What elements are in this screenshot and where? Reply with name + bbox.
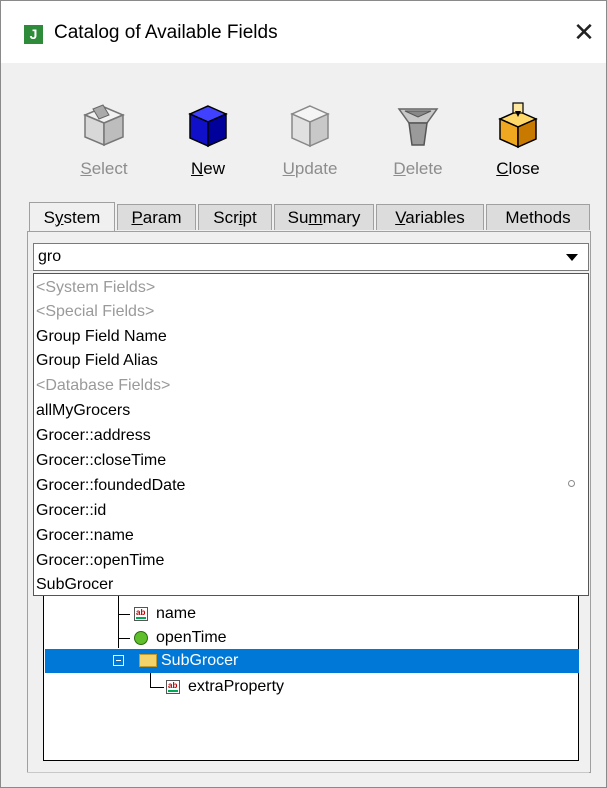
tree-connector [150, 687, 164, 688]
collapse-toggle-icon[interactable] [113, 655, 124, 666]
select-label: Select [80, 159, 128, 178]
field-dropdown-list[interactable]: <System Fields> <Special Fields> Group F… [33, 273, 589, 596]
list-item-system-fields[interactable]: <System Fields> [36, 276, 155, 300]
close-box-icon [498, 102, 538, 149]
list-item[interactable]: Grocer::closeTime [36, 449, 166, 473]
field-search-combo[interactable] [33, 243, 589, 271]
list-item-database-fields[interactable]: <Database Fields> [36, 374, 170, 398]
list-item[interactable]: Group Field Name [36, 325, 167, 349]
new-label: New [190, 159, 225, 178]
divider [27, 772, 589, 773]
update-button[interactable]: Update [270, 101, 350, 191]
list-item[interactable]: Grocer::name [36, 524, 134, 548]
select-cube-icon [83, 104, 125, 147]
tree-item-label: SubGrocer [161, 652, 239, 669]
list-item[interactable]: Group Field Alias [36, 349, 158, 373]
window-title: Catalog of Available Fields [54, 22, 278, 43]
tab-system[interactable]: System [29, 202, 115, 231]
tab-script[interactable]: Script [198, 204, 272, 230]
tree-item-label: name [156, 605, 197, 622]
new-cube-icon [188, 105, 228, 148]
list-item[interactable]: Grocer::id [36, 499, 106, 523]
list-item[interactable]: Grocer::foundedDate [36, 474, 185, 498]
tab-summary[interactable]: Summary [274, 204, 374, 230]
delete-label: Delete [393, 159, 443, 178]
tab-variables[interactable]: Variables [376, 204, 484, 230]
tree-item-subgrocer[interactable]: SubGrocer [45, 649, 579, 673]
list-item[interactable]: Grocer::address [36, 424, 151, 448]
string-field-icon: ab [134, 607, 148, 621]
tree-item-label: openTime [156, 629, 227, 646]
tab-methods[interactable]: Methods [486, 204, 590, 230]
tree-connector [118, 638, 130, 639]
list-item-special-fields[interactable]: <Special Fields> [36, 300, 154, 324]
delete-bin-icon [397, 108, 439, 146]
close-label: Close [496, 159, 540, 178]
time-field-icon [134, 631, 148, 645]
update-label: Update [282, 159, 338, 178]
tab-strip: System Param Script Summary Variables Me… [29, 202, 591, 232]
tab-param[interactable]: Param [117, 204, 196, 230]
new-button[interactable]: New [168, 101, 248, 191]
select-button[interactable]: Select [64, 101, 144, 191]
catalog-window: J Catalog of Available Fields ✕ Select N… [0, 0, 607, 788]
delete-button[interactable]: Delete [378, 101, 458, 191]
folder-icon [139, 654, 157, 667]
dropdown-arrow-icon[interactable] [566, 254, 578, 261]
app-icon: J [24, 25, 43, 44]
tree-connector [150, 673, 151, 687]
tree-connector [118, 614, 130, 615]
tree-item-label: extraProperty [188, 678, 285, 695]
update-cube-icon [290, 105, 330, 148]
close-button[interactable]: Close [478, 101, 558, 191]
title-bar: J Catalog of Available Fields ✕ [1, 1, 606, 63]
field-search-input[interactable] [34, 244, 558, 270]
string-field-icon: ab [166, 680, 180, 694]
list-item[interactable]: allMyGrocers [36, 399, 130, 423]
list-item[interactable]: SubGrocer [36, 573, 113, 595]
list-item[interactable]: Grocer::openTime [36, 549, 164, 573]
window-close-icon[interactable]: ✕ [567, 15, 601, 49]
scroll-indicator-icon [568, 480, 575, 487]
